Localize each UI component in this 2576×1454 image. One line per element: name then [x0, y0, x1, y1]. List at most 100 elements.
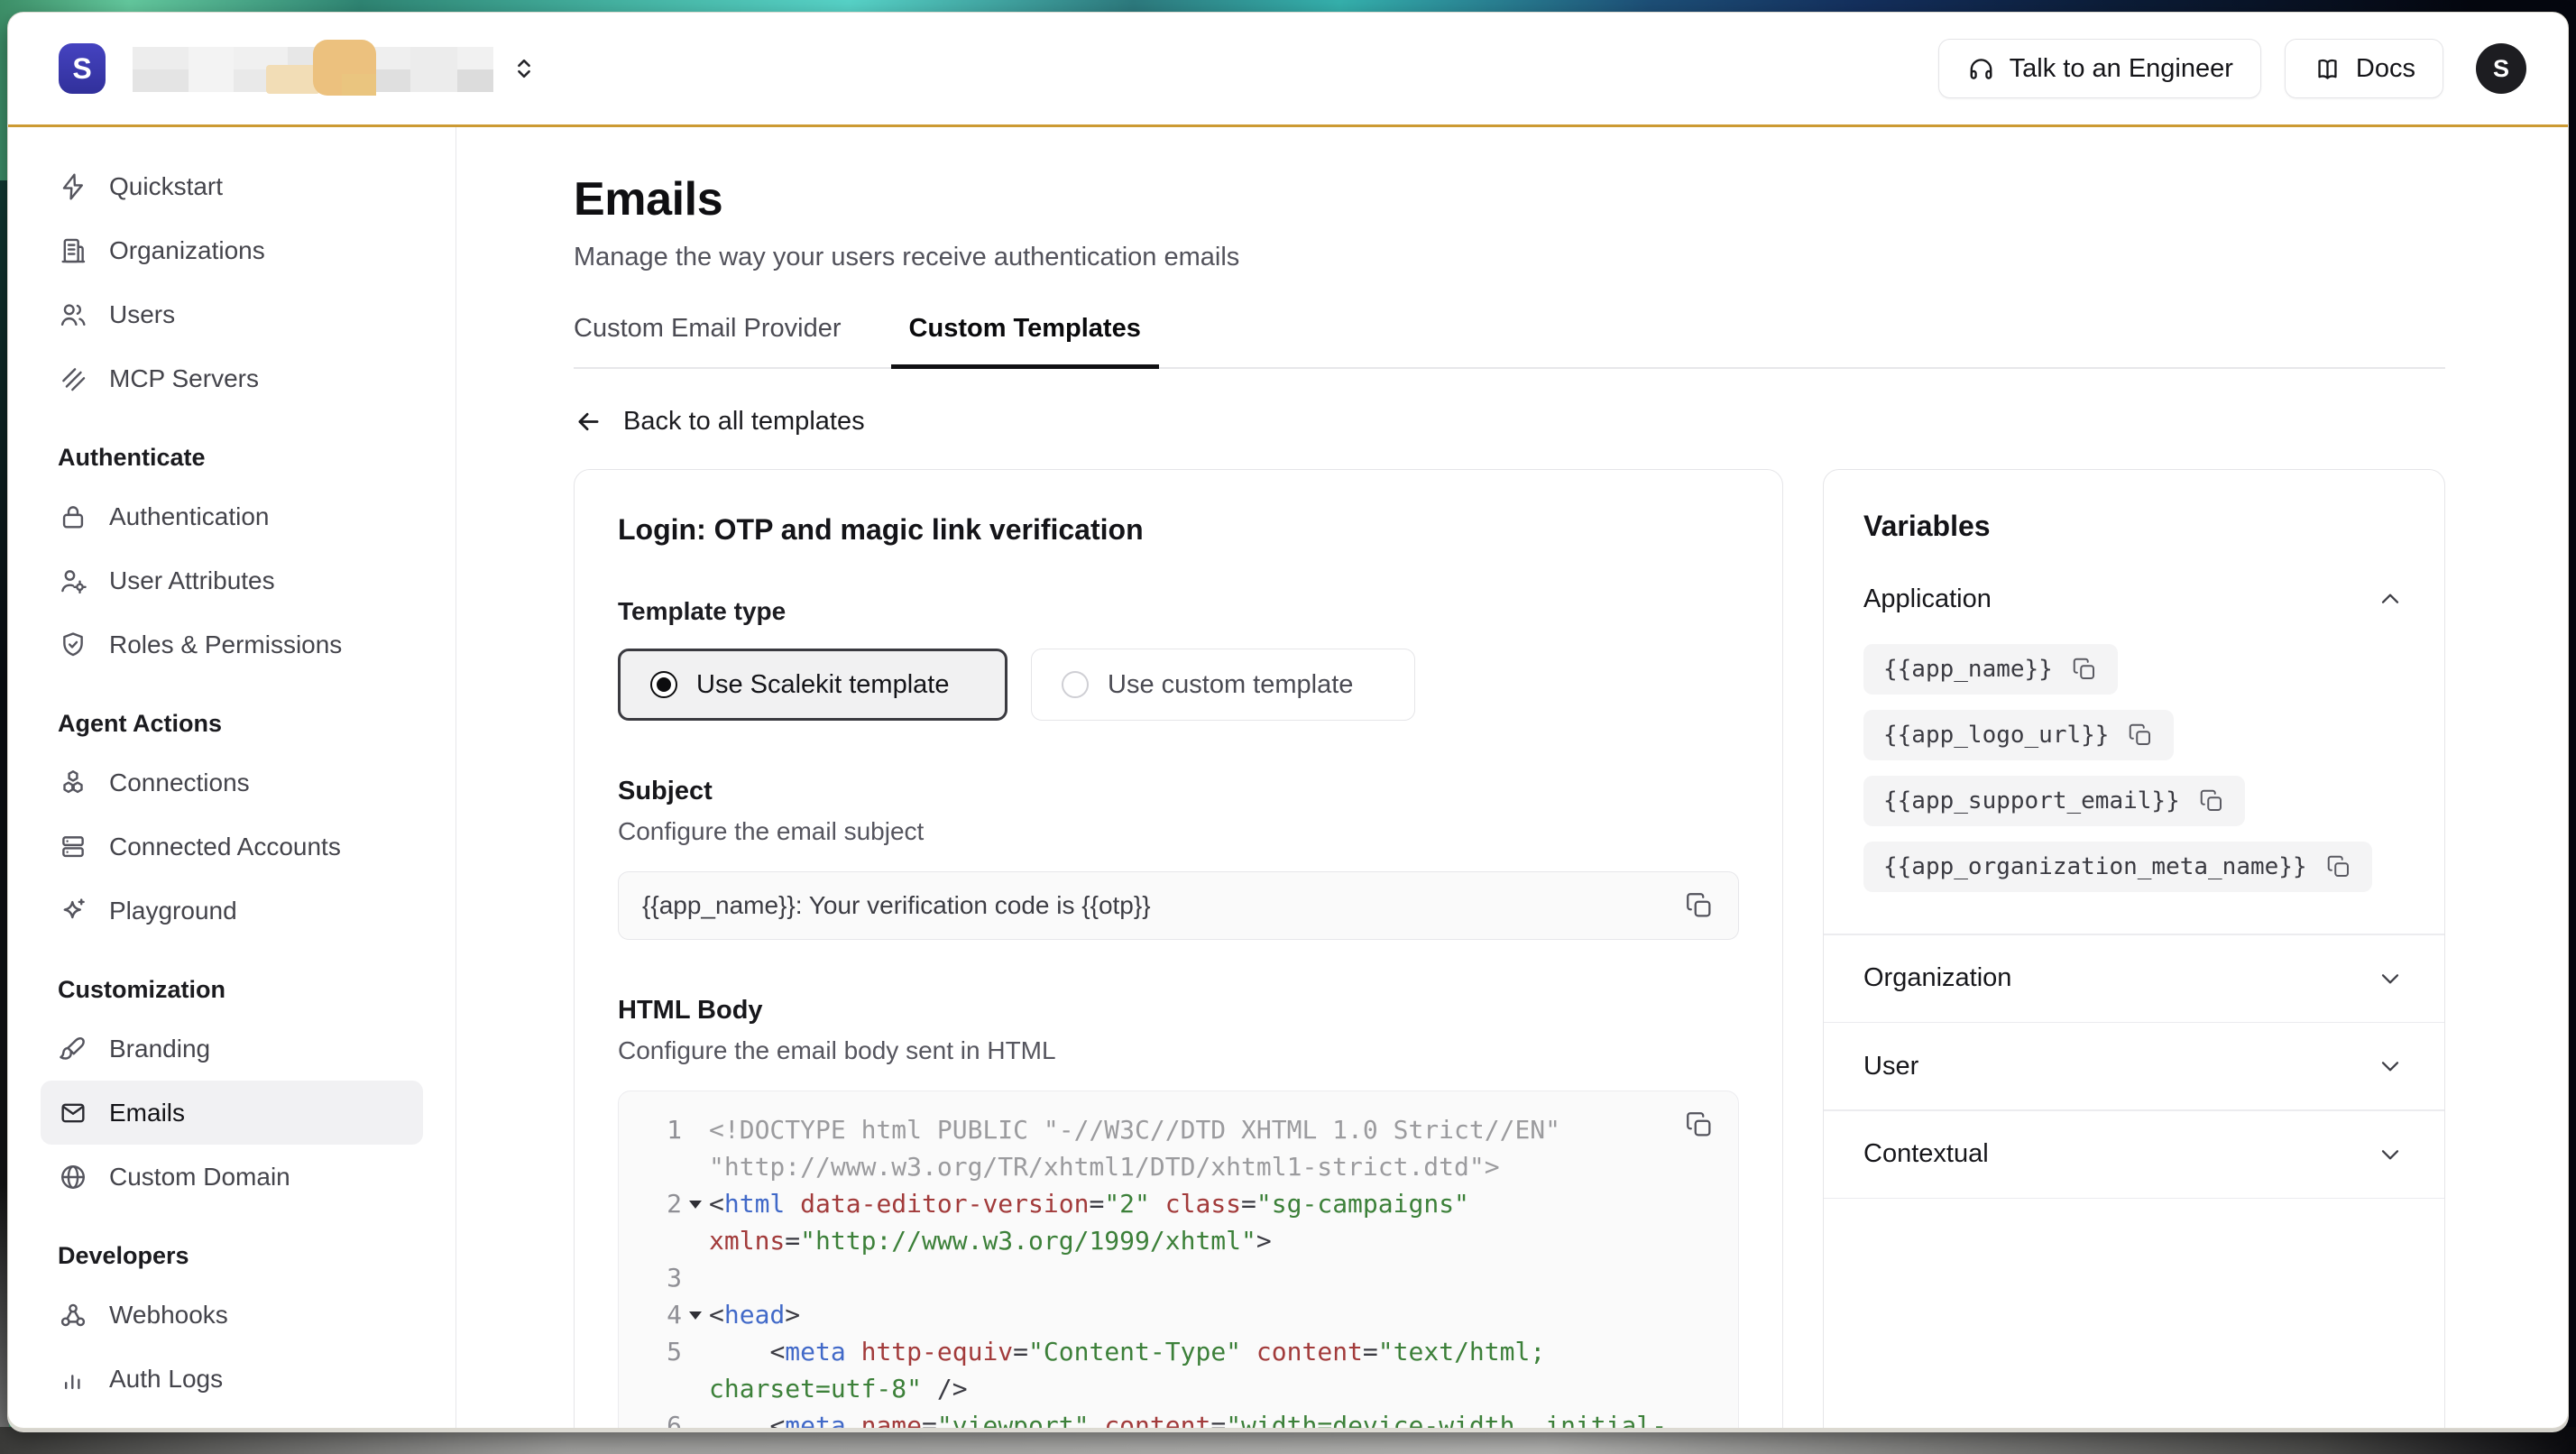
talk-to-engineer-label: Talk to an Engineer	[2010, 54, 2233, 84]
brush-icon	[58, 1034, 88, 1064]
variables-sections: Application{{app_name}}{{app_logo_url}}{…	[1863, 556, 2405, 1199]
copy-code-button[interactable]	[1684, 1109, 1715, 1143]
variable-chip-app-name[interactable]: {{app_name}}	[1863, 644, 2118, 695]
users-icon	[58, 299, 88, 330]
code-gutter: 1	[619, 1111, 709, 1148]
envelope-icon	[58, 1098, 88, 1128]
html-body-help-text: Configure the email body sent in HTML	[618, 1036, 1739, 1065]
template-title: Login: OTP and magic link verification	[618, 513, 1739, 547]
variables-section-label: Contextual	[1863, 1139, 1989, 1169]
talk-to-engineer-button[interactable]: Talk to an Engineer	[1938, 39, 2261, 98]
subject-label: Subject	[618, 777, 1739, 806]
sidebar-item-branding[interactable]: Branding	[41, 1017, 423, 1081]
sidebar-section-developers: Developers	[41, 1229, 423, 1283]
sidebar-item-label: Roles & Permissions	[109, 630, 342, 659]
radio-selected-icon	[650, 671, 677, 698]
fold-caret-icon[interactable]	[689, 1201, 702, 1215]
variables-section-organization[interactable]: Organization	[1863, 935, 2405, 1022]
sidebar-item-roles-permissions[interactable]: Roles & Permissions	[41, 612, 423, 676]
sidebar-item-connected-accounts[interactable]: Connected Accounts	[41, 814, 423, 879]
html-body-code-editor[interactable]: 1<!DOCTYPE html PUBLIC "-//W3C//DTD XHTM…	[618, 1090, 1739, 1429]
code-gutter: 4	[619, 1296, 709, 1333]
sidebar-item-users[interactable]: Users	[41, 282, 423, 346]
sidebar-item-label: Custom Domain	[109, 1163, 290, 1192]
chevron-down-icon	[2376, 1140, 2405, 1169]
sidebar-item-label: Emails	[109, 1099, 185, 1127]
variable-chip-app-support-email[interactable]: {{app_support_email}}	[1863, 776, 2245, 826]
lock-icon	[58, 502, 88, 532]
sidebar-item-label: Webhooks	[109, 1301, 228, 1330]
variable-chip-app-organization-meta-name[interactable]: {{app_organization_meta_name}}	[1863, 842, 2372, 892]
code-line-6: 6 <meta name="viewport" content="width=d…	[619, 1407, 1738, 1429]
sidebar-item-quickstart[interactable]: Quickstart	[41, 154, 423, 218]
variable-chip-label: {{app_logo_url}}	[1883, 722, 2109, 749]
code-line-4: 4<head>	[619, 1296, 1738, 1333]
sidebar-item-label: Branding	[109, 1035, 210, 1063]
tab-custom-templates[interactable]: Custom Templates	[909, 314, 1141, 367]
radio-option-label: Use Scalekit template	[696, 670, 949, 700]
sidebar-item-settings[interactable]: Settings	[41, 1411, 423, 1429]
variable-chip-label: {{app_name}}	[1883, 656, 2053, 683]
sidebar-item-playground[interactable]: Playground	[41, 879, 423, 943]
subject-input[interactable]: {{app_name}}: Your verification code is …	[618, 871, 1739, 940]
code-gutter: 2	[619, 1185, 709, 1222]
variable-chip-label: {{app_support_email}}	[1883, 787, 2180, 814]
copy-subject-icon[interactable]	[1684, 890, 1715, 921]
radio-option-label: Use custom template	[1108, 670, 1353, 700]
zap-icon	[58, 171, 88, 202]
variables-section-label: Application	[1863, 584, 1992, 614]
server-stack-icon	[58, 832, 88, 862]
radio-option-use-custom-template[interactable]: Use custom template	[1031, 649, 1415, 721]
copy-icon[interactable]	[2127, 722, 2154, 749]
radio-unselected-icon	[1062, 671, 1089, 698]
sidebar-item-mcp-servers[interactable]: MCP Servers	[41, 346, 423, 410]
code-gutter: 6	[619, 1407, 709, 1429]
template-type-label: Template type	[618, 597, 1739, 626]
sidebar-item-authentication[interactable]: Authentication	[41, 484, 423, 548]
variables-section-label: User	[1863, 1052, 1918, 1081]
user-avatar[interactable]: S	[2476, 43, 2526, 94]
sidebar-item-connections[interactable]: Connections	[41, 750, 423, 814]
code-line-5: 5 <meta http-equiv="Content-Type" conten…	[619, 1333, 1738, 1407]
sidebar-item-label: Connected Accounts	[109, 833, 341, 861]
sidebar-item-organizations[interactable]: Organizations	[41, 218, 423, 282]
fold-caret-icon[interactable]	[689, 1311, 702, 1326]
section-divider	[1824, 1198, 2444, 1200]
scalekit-logo: S	[59, 43, 106, 94]
sidebar-item-emails[interactable]: Emails	[41, 1081, 423, 1145]
radio-option-use-scalekit-template[interactable]: Use Scalekit template	[618, 649, 1007, 721]
sidebar-item-label: Quickstart	[109, 172, 223, 201]
sidebar-item-webhooks[interactable]: Webhooks	[41, 1283, 423, 1347]
sidebar-item-custom-domain[interactable]: Custom Domain	[41, 1145, 423, 1209]
back-to-templates-link[interactable]: Back to all templates	[574, 407, 865, 437]
page-title: Emails	[574, 172, 2445, 226]
sidebar-item-auth-logs[interactable]: Auth Logs	[41, 1347, 423, 1411]
sidebar-item-label: Users	[109, 300, 175, 329]
variable-chip-app-logo-url[interactable]: {{app_logo_url}}	[1863, 710, 2174, 760]
variables-section-contextual[interactable]: Contextual	[1863, 1111, 2405, 1198]
variables-section-user[interactable]: User	[1863, 1023, 2405, 1109]
page-subtitle: Manage the way your users receive authen…	[574, 243, 2445, 272]
copy-icon[interactable]	[2198, 787, 2225, 814]
copy-icon[interactable]	[2071, 656, 2098, 683]
variables-panel: Variables Application{{app_name}}{{app_l…	[1823, 469, 2445, 1429]
docs-label: Docs	[2356, 54, 2415, 84]
docs-button[interactable]: Docs	[2285, 39, 2443, 98]
copy-icon[interactable]	[2325, 853, 2352, 880]
building-icon	[58, 235, 88, 266]
org-switcher[interactable]	[133, 45, 538, 92]
variable-chip-list: {{app_name}} {{app_logo_url}} {{app_suppor…	[1863, 642, 2405, 934]
code-line-1: 1<!DOCTYPE html PUBLIC "-//W3C//DTD XHTM…	[619, 1111, 1738, 1185]
code-text: <!DOCTYPE html PUBLIC "-//W3C//DTD XHTML…	[709, 1111, 1738, 1185]
code-text: <html data-editor-version="2" class="sg-…	[709, 1185, 1738, 1259]
sidebar-item-label: MCP Servers	[109, 364, 259, 393]
globe-icon	[58, 1162, 88, 1192]
sidebar-section-customization: Customization	[41, 962, 423, 1017]
bar-chart-icon	[58, 1364, 88, 1394]
subject-help-text: Configure the email subject	[618, 817, 1739, 846]
variables-section-application[interactable]: Application	[1863, 556, 2405, 642]
sidebar-item-user-attributes[interactable]: User Attributes	[41, 548, 423, 612]
tab-custom-email-provider[interactable]: Custom Email Provider	[574, 314, 842, 367]
app-window: S Talk to an Enginee	[7, 12, 2569, 1429]
shield-check-icon	[58, 630, 88, 660]
